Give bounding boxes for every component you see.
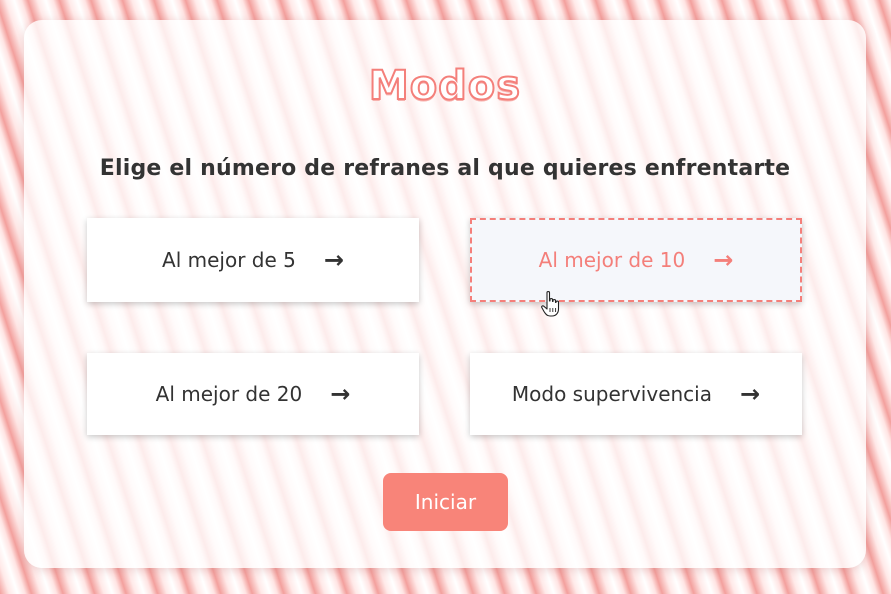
mode-best-of-5-button[interactable]: Al mejor de 5 → — [87, 218, 419, 302]
mode-best-of-10-button[interactable]: Al mejor de 10 → — [470, 218, 802, 302]
start-button[interactable]: Iniciar — [383, 473, 508, 531]
arrow-right-icon: → — [740, 380, 761, 408]
arrow-right-icon: → — [323, 246, 344, 274]
arrow-right-icon: → — [713, 246, 734, 274]
mode-best-of-20-button[interactable]: Al mejor de 20 → — [87, 353, 419, 435]
mode-label: Al mejor de 10 — [538, 248, 686, 272]
page-subtitle: Elige el número de refranes al que quier… — [99, 156, 791, 181]
hand-pointer-icon — [541, 290, 560, 317]
mode-label: Modo supervivencia — [511, 382, 712, 406]
page-title: Modos — [368, 63, 522, 109]
arrow-right-icon: → — [330, 380, 351, 408]
mode-label: Al mejor de 20 — [155, 382, 303, 406]
mode-label: Al mejor de 5 — [162, 248, 296, 272]
mode-survival-button[interactable]: Modo supervivencia → — [470, 353, 802, 435]
